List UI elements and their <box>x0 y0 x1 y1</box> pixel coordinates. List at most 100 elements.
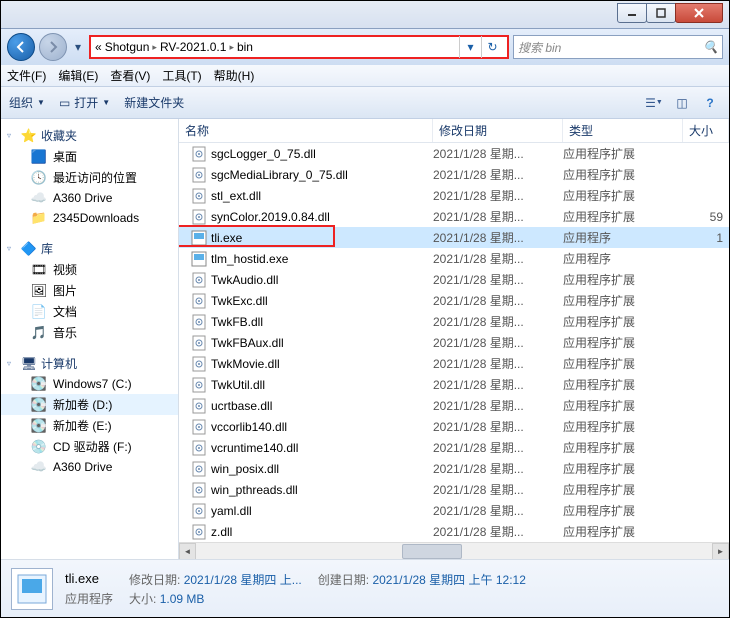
nav-item-label: A360 Drive <box>53 460 112 474</box>
nav-item-label: 文档 <box>53 303 77 320</box>
nav-item[interactable]: 💽新加卷 (E:) <box>1 415 178 436</box>
file-type: 应用程序 <box>563 229 683 246</box>
nav-item[interactable]: 📁2345Downloads <box>1 208 178 228</box>
file-size: 59 <box>683 210 729 224</box>
nav-group-header[interactable]: ▿🖥计算机 <box>1 353 178 374</box>
nav-item[interactable]: 💽Windows7 (C:) <box>1 374 178 394</box>
address-dropdown-icon[interactable]: ▾ <box>459 36 481 58</box>
scroll-right-icon[interactable]: ► <box>712 543 729 560</box>
nav-group-header[interactable]: ▿⭐收藏夹 <box>1 125 178 146</box>
file-row[interactable]: tli.exe2021/1/28 星期...应用程序1 <box>179 227 729 248</box>
menu-tools[interactable]: 工具(T) <box>162 67 201 84</box>
file-list[interactable]: sgcLogger_0_75.dll2021/1/28 星期...应用程序扩展s… <box>179 143 729 542</box>
forward-button[interactable] <box>39 33 67 61</box>
nav-item-icon: ☁️ <box>31 190 47 206</box>
refresh-icon[interactable]: ↻ <box>481 36 503 58</box>
file-row[interactable]: synColor.2019.0.84.dll2021/1/28 星期...应用程… <box>179 206 729 227</box>
expand-icon: ▿ <box>7 131 17 140</box>
file-row[interactable]: yaml.dll2021/1/28 星期...应用程序扩展 <box>179 500 729 521</box>
nav-item-icon: 📄 <box>31 304 47 320</box>
nav-item[interactable]: 🖼图片 <box>1 280 178 301</box>
file-date: 2021/1/28 星期... <box>433 292 563 309</box>
details-filetype: 应用程序 <box>65 590 113 607</box>
file-row[interactable]: TwkFB.dll2021/1/28 星期...应用程序扩展 <box>179 311 729 332</box>
breadcrumb-item[interactable]: bin <box>237 40 253 54</box>
help-icon[interactable]: ? <box>699 93 721 113</box>
file-row[interactable]: TwkUtil.dll2021/1/28 星期...应用程序扩展 <box>179 374 729 395</box>
file-icon <box>191 251 207 267</box>
breadcrumb-item[interactable]: RV-2021.0.1▸ <box>160 40 234 54</box>
file-name: tli.exe <box>211 231 242 245</box>
column-size[interactable]: 大小 <box>683 119 729 142</box>
navigation-pane[interactable]: ▿⭐收藏夹🟦桌面🕓最近访问的位置☁️A360 Drive📁2345Downloa… <box>1 119 179 559</box>
file-name: TwkUtil.dll <box>211 378 265 392</box>
organize-button[interactable]: 组织▼ <box>9 94 45 111</box>
file-row[interactable]: sgcMediaLibrary_0_75.dll2021/1/28 星期...应… <box>179 164 729 185</box>
details-size-value: 1.09 MB <box>160 592 205 606</box>
details-create-value: 2021/1/28 星期四 上午 12:12 <box>372 573 525 587</box>
newfolder-button[interactable]: 新建文件夹 <box>124 94 184 111</box>
nav-item[interactable]: ☁️A360 Drive <box>1 457 178 477</box>
file-date: 2021/1/28 星期... <box>433 460 563 477</box>
file-icon <box>191 167 207 183</box>
breadcrumb-item[interactable]: Shotgun▸ <box>105 40 157 54</box>
nav-item[interactable]: 💽新加卷 (D:) <box>1 394 178 415</box>
open-button[interactable]: ▭打开▼ <box>59 94 110 111</box>
file-row[interactable]: win_pthreads.dll2021/1/28 星期...应用程序扩展 <box>179 479 729 500</box>
nav-item[interactable]: 🟦桌面 <box>1 146 178 167</box>
nav-item[interactable]: 🕓最近访问的位置 <box>1 167 178 188</box>
file-row[interactable]: vccorlib140.dll2021/1/28 星期...应用程序扩展 <box>179 416 729 437</box>
menu-edit[interactable]: 编辑(E) <box>58 67 98 84</box>
scroll-thumb[interactable] <box>402 544 462 559</box>
menu-view[interactable]: 查看(V) <box>110 67 150 84</box>
nav-item-label: 2345Downloads <box>53 211 139 225</box>
file-row[interactable]: z.dll2021/1/28 星期...应用程序扩展 <box>179 521 729 542</box>
maximize-button[interactable] <box>646 3 676 23</box>
file-icon <box>191 335 207 351</box>
file-row[interactable]: TwkExc.dll2021/1/28 星期...应用程序扩展 <box>179 290 729 311</box>
view-mode-icon[interactable]: ☰▼ <box>643 93 665 113</box>
back-button[interactable] <box>7 33 35 61</box>
file-row[interactable]: tlm_hostid.exe2021/1/28 星期...应用程序 <box>179 248 729 269</box>
file-row[interactable]: stl_ext.dll2021/1/28 星期...应用程序扩展 <box>179 185 729 206</box>
minimize-button[interactable] <box>617 3 647 23</box>
column-type[interactable]: 类型 <box>563 119 683 142</box>
file-date: 2021/1/28 星期... <box>433 145 563 162</box>
menu-file[interactable]: 文件(F) <box>7 67 46 84</box>
file-row[interactable]: sgcLogger_0_75.dll2021/1/28 星期...应用程序扩展 <box>179 143 729 164</box>
file-row[interactable]: TwkFBAux.dll2021/1/28 星期...应用程序扩展 <box>179 332 729 353</box>
nav-item[interactable]: 🎞视频 <box>1 259 178 280</box>
file-row[interactable]: vcruntime140.dll2021/1/28 星期...应用程序扩展 <box>179 437 729 458</box>
file-row[interactable]: TwkMovie.dll2021/1/28 星期...应用程序扩展 <box>179 353 729 374</box>
nav-group-header[interactable]: ▿🔷库 <box>1 238 178 259</box>
nav-item[interactable]: 📄 文档 <box>1 301 178 322</box>
file-date: 2021/1/28 星期... <box>433 271 563 288</box>
file-date: 2021/1/28 星期... <box>433 376 563 393</box>
file-row[interactable]: TwkAudio.dll2021/1/28 星期...应用程序扩展 <box>179 269 729 290</box>
column-name[interactable]: 名称 <box>179 119 433 142</box>
toolbar: 组织▼ ▭打开▼ 新建文件夹 ☰▼ ◫ ? <box>1 87 729 119</box>
address-bar[interactable]: « Shotgun▸ RV-2021.0.1▸ bin ▾ ↻ <box>89 35 509 59</box>
menu-help[interactable]: 帮助(H) <box>214 67 255 84</box>
nav-item[interactable]: ☁️A360 Drive <box>1 188 178 208</box>
details-mod-value: 2021/1/28 星期四 上... <box>184 573 302 587</box>
close-button[interactable] <box>675 3 723 23</box>
nav-item-label: 桌面 <box>53 148 77 165</box>
search-input[interactable]: 搜索 bin 🔍 <box>513 35 723 59</box>
file-date: 2021/1/28 星期... <box>433 166 563 183</box>
file-list-pane: 名称 修改日期 类型 大小 sgcLogger_0_75.dll2021/1/2… <box>179 119 729 559</box>
nav-item[interactable]: 🎵音乐 <box>1 322 178 343</box>
nav-item-label: 最近访问的位置 <box>53 169 137 186</box>
file-name: TwkFBAux.dll <box>211 336 284 350</box>
file-row[interactable]: ucrtbase.dll2021/1/28 星期...应用程序扩展 <box>179 395 729 416</box>
file-type: 应用程序扩展 <box>563 166 683 183</box>
history-dropdown[interactable]: ▾ <box>71 35 85 59</box>
column-date[interactable]: 修改日期 <box>433 119 563 142</box>
horizontal-scrollbar[interactable]: ◄ ► <box>179 542 729 559</box>
file-date: 2021/1/28 星期... <box>433 418 563 435</box>
preview-pane-icon[interactable]: ◫ <box>671 93 693 113</box>
file-row[interactable]: win_posix.dll2021/1/28 星期...应用程序扩展 <box>179 458 729 479</box>
scroll-left-icon[interactable]: ◄ <box>179 543 196 560</box>
file-name: ucrtbase.dll <box>211 399 272 413</box>
nav-item[interactable]: 💿CD 驱动器 (F:) <box>1 436 178 457</box>
